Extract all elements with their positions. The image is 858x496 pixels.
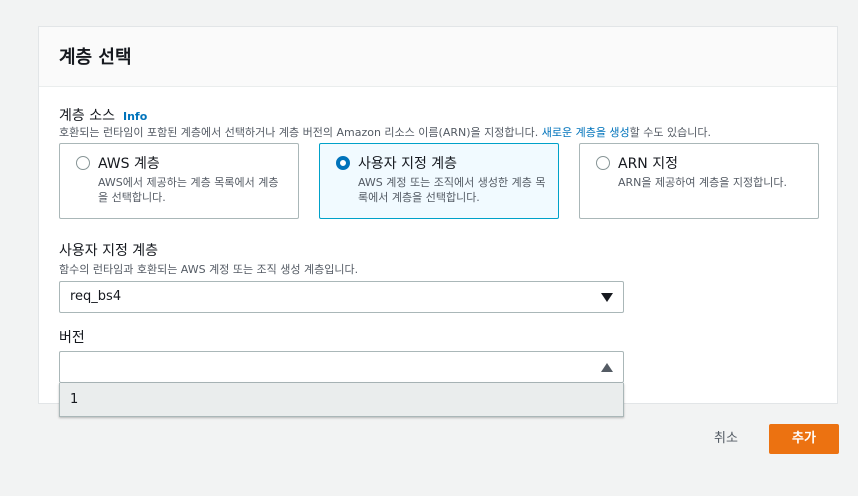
radio-custom-layers[interactable] (336, 156, 350, 170)
layer-source-description: 호환되는 런타임이 포함된 계층에서 선택하거나 계층 버전의 Amazon 리… (59, 124, 711, 140)
layer-selection-panel: 계층 선택 계층 소스 Info 호환되는 런타임이 포함된 계층에서 선택하거나… (38, 26, 838, 417)
layer-source-label-text: 계층 소스 (59, 108, 115, 124)
option-specify-arn[interactable]: ARN 지정 ARN을 제공하여 계층을 지정합니다. (579, 143, 819, 219)
custom-layer-value: req_bs4 (70, 289, 122, 304)
version-select[interactable] (59, 351, 624, 383)
custom-layer-description: 함수의 런타임과 호환되는 AWS 계정 또는 조직 생성 계층입니다. (59, 263, 359, 276)
caret-up-icon (601, 363, 613, 372)
info-link[interactable]: Info (123, 110, 147, 123)
option-title: ARN 지정 (618, 156, 678, 172)
custom-layer-select[interactable]: req_bs4 (59, 281, 624, 313)
panel-title: 계층 선택 (59, 47, 132, 68)
add-button[interactable]: 추가 (769, 424, 839, 454)
cancel-button[interactable]: 취소 (700, 426, 752, 452)
radio-aws-layers[interactable] (76, 156, 90, 170)
option-description: AWS에서 제공하는 계층 목록에서 계층을 선택합니다. (98, 176, 279, 204)
create-layer-link[interactable]: 새로운 계층을 생성 (542, 126, 630, 139)
description-text: 호환되는 런타임이 포함된 계층에서 선택하거나 계층 버전의 Amazon 리… (59, 126, 542, 139)
option-description: ARN을 제공하여 계층을 지정합니다. (618, 176, 787, 189)
description-suffix: 할 수도 있습니다. (629, 126, 712, 139)
option-custom-layers[interactable]: 사용자 지정 계층 AWS 계정 또는 조직에서 생성한 계층 목록에서 계층을… (319, 143, 559, 219)
version-dropdown: 1 (59, 383, 624, 417)
option-aws-layers[interactable]: AWS 계층 AWS에서 제공하는 계층 목록에서 계층을 선택합니다. (59, 143, 299, 219)
caret-down-icon (601, 293, 613, 302)
version-option[interactable]: 1 (70, 392, 78, 407)
option-title: 사용자 지정 계층 (358, 156, 458, 172)
radio-specify-arn[interactable] (596, 156, 610, 170)
version-label: 버전 (59, 330, 85, 346)
layer-source-label: 계층 소스 Info (59, 105, 147, 125)
panel-header: 계층 선택 (39, 27, 837, 87)
option-title: AWS 계층 (98, 156, 160, 172)
custom-layer-label: 사용자 지정 계층 (59, 243, 159, 259)
option-description: AWS 계정 또는 조직에서 생성한 계층 목록에서 계층을 선택합니다. (358, 176, 546, 204)
